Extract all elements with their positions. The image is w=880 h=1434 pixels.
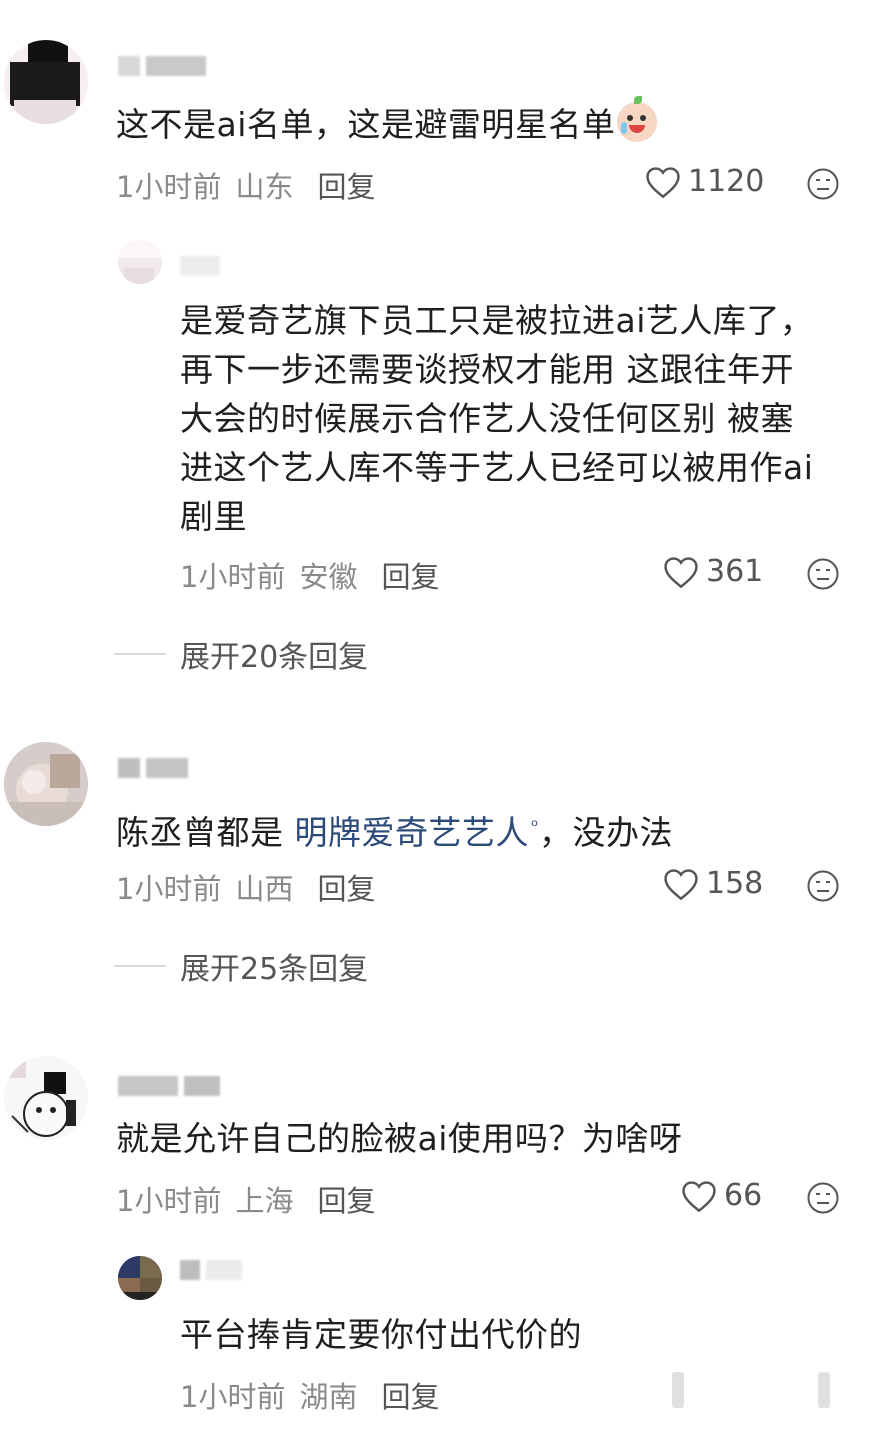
timestamp: 1小时前 <box>116 1184 222 1218</box>
comment-meta: 1小时前 山西 回复 <box>116 866 375 908</box>
like-button[interactable]: 66 <box>680 1178 762 1213</box>
reply-text: 平台捧肯定要你付出代价的 <box>180 1315 582 1354</box>
location: 山东 <box>235 170 294 204</box>
reply-button[interactable]: 回复 <box>381 1374 439 1416</box>
timestamp: 1小时前 <box>116 170 222 204</box>
expand-replies-label: 展开20条回复 <box>180 640 369 675</box>
username[interactable] <box>118 1076 220 1096</box>
heart-icon <box>682 1180 716 1212</box>
timestamp: 1小时前 <box>180 560 286 594</box>
like-button[interactable]: 158 <box>662 866 763 901</box>
heart-icon <box>646 166 680 198</box>
comment-text: 陈丞曾都是 明牌爱奇艺艺人 ᵒ，没办法 <box>116 813 673 852</box>
reply-button[interactable]: 回复 <box>317 1178 375 1220</box>
timestamp: 1小时前 <box>116 872 222 906</box>
dislike-face-icon[interactable] <box>806 869 840 903</box>
username[interactable] <box>180 256 220 276</box>
like-button[interactable]: 361 <box>662 554 763 589</box>
username[interactable] <box>118 56 206 76</box>
divider <box>114 653 166 655</box>
expand-replies-label: 展开25条回复 <box>180 952 369 987</box>
search-icon[interactable]: ᵒ <box>531 816 539 837</box>
scroll-indicator[interactable] <box>818 1372 830 1408</box>
comment-text: 这不是ai名单，这是避雷明星名单 <box>116 96 658 149</box>
search-link[interactable]: 明牌爱奇艺艺人 <box>295 813 530 852</box>
dislike-face-icon[interactable] <box>806 1181 840 1215</box>
timestamp: 1小时前 <box>180 1380 286 1414</box>
reply-meta: 1小时前 安徽 回复 <box>180 554 439 596</box>
dislike-face-icon[interactable] <box>806 167 840 201</box>
reply-text: 是爱奇艺旗下员工只是被拉进ai艺人库了， 再下一步还需要谈授权才能用 这跟往年开… <box>180 301 814 536</box>
like-button[interactable]: 1120 <box>644 164 764 199</box>
reply-button[interactable]: 回复 <box>381 554 439 596</box>
location: 安徽 <box>299 560 358 594</box>
reply-button[interactable]: 回复 <box>317 164 375 206</box>
location: 上海 <box>235 1184 294 1218</box>
reply-button[interactable]: 回复 <box>317 866 375 908</box>
expand-replies-button[interactable]: 展开25条回复 <box>114 944 368 988</box>
like-count: 158 <box>706 866 764 901</box>
like-count: 66 <box>724 1178 763 1213</box>
location: 湖南 <box>299 1380 358 1414</box>
avatar[interactable] <box>4 742 88 826</box>
scroll-indicator[interactable] <box>672 1372 684 1408</box>
comment-meta: 1小时前 上海 回复 <box>116 1178 375 1220</box>
divider <box>114 965 166 967</box>
avatar[interactable] <box>118 1256 162 1300</box>
like-count: 1120 <box>688 164 765 199</box>
comment-text: 就是允许自己的脸被ai使用吗？为啥呀 <box>116 1119 683 1158</box>
crying-emoji-icon <box>617 96 658 142</box>
dislike-face-icon[interactable] <box>806 557 840 591</box>
location: 山西 <box>235 872 294 906</box>
comment-meta: 1小时前 山东 回复 <box>116 164 375 206</box>
avatar[interactable] <box>4 40 88 124</box>
heart-icon <box>664 868 698 900</box>
expand-replies-button[interactable]: 展开20条回复 <box>114 632 368 676</box>
heart-icon <box>664 556 698 588</box>
username[interactable] <box>180 1260 242 1280</box>
reply-meta: 1小时前 湖南 回复 <box>180 1374 439 1416</box>
avatar[interactable] <box>118 240 162 284</box>
like-count: 361 <box>706 554 764 589</box>
avatar[interactable] <box>4 1056 88 1140</box>
username[interactable] <box>118 758 188 778</box>
